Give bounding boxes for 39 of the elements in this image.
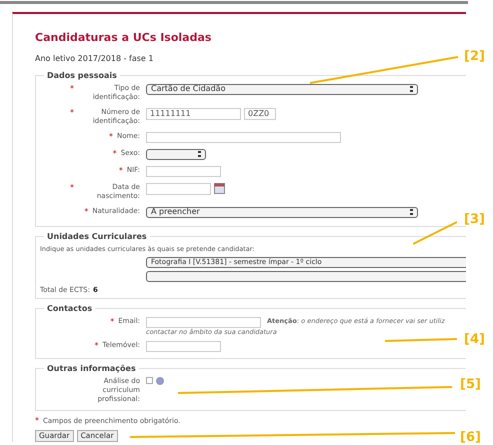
leader-line — [413, 221, 457, 245]
stepper-icon — [410, 209, 413, 215]
input-field[interactable] — [146, 132, 341, 142]
phone-field[interactable] — [146, 340, 221, 352]
page-subtitle: Ano letivo 2017/2018 - fase 1 — [35, 52, 154, 64]
leader-line — [385, 338, 457, 342]
required-mark: * — [94, 340, 98, 350]
annotation-label: [4] — [464, 331, 485, 349]
required-mark: * — [118, 166, 123, 176]
required-mark: * — [112, 148, 117, 158]
calendar-icon[interactable] — [214, 183, 225, 194]
info-icon[interactable] — [156, 376, 164, 384]
stepper-icon — [198, 151, 201, 157]
dropdown[interactable] — [146, 271, 466, 282]
dropdown[interactable] — [146, 148, 206, 160]
dropdown[interactable]: A preencher — [146, 206, 418, 218]
checkbox[interactable] — [146, 377, 153, 384]
input-field[interactable]: 0ZZ0 — [244, 108, 276, 120]
section-legend: Outras informações — [44, 362, 139, 374]
required-mark: * — [70, 108, 74, 118]
required-mark: * — [108, 132, 113, 142]
annotation-label: [3] — [464, 211, 485, 229]
section-legend: Dados pessoais — [44, 70, 120, 82]
annotation-label: [5] — [460, 376, 481, 394]
stepper-icon — [410, 86, 413, 92]
input-field[interactable]: 11111111 — [146, 108, 241, 120]
section-legend: Unidades Curriculares — [44, 230, 150, 242]
required-mark: * — [70, 84, 74, 94]
input-field[interactable] — [146, 182, 211, 194]
required-mark: * — [70, 182, 74, 192]
email-field[interactable] — [146, 316, 261, 328]
annotation-label: [2] — [464, 48, 485, 66]
annotation-label: [6] — [460, 429, 481, 445]
dropdown[interactable]: Cartão de Cidadão — [146, 84, 418, 94]
page-title: Candidaturas a UCs Isoladas — [35, 30, 212, 46]
input-field[interactable] — [146, 166, 221, 176]
required-mark: * — [84, 206, 88, 216]
required-mark: * — [110, 316, 114, 327]
required-mark: * — [35, 416, 39, 426]
